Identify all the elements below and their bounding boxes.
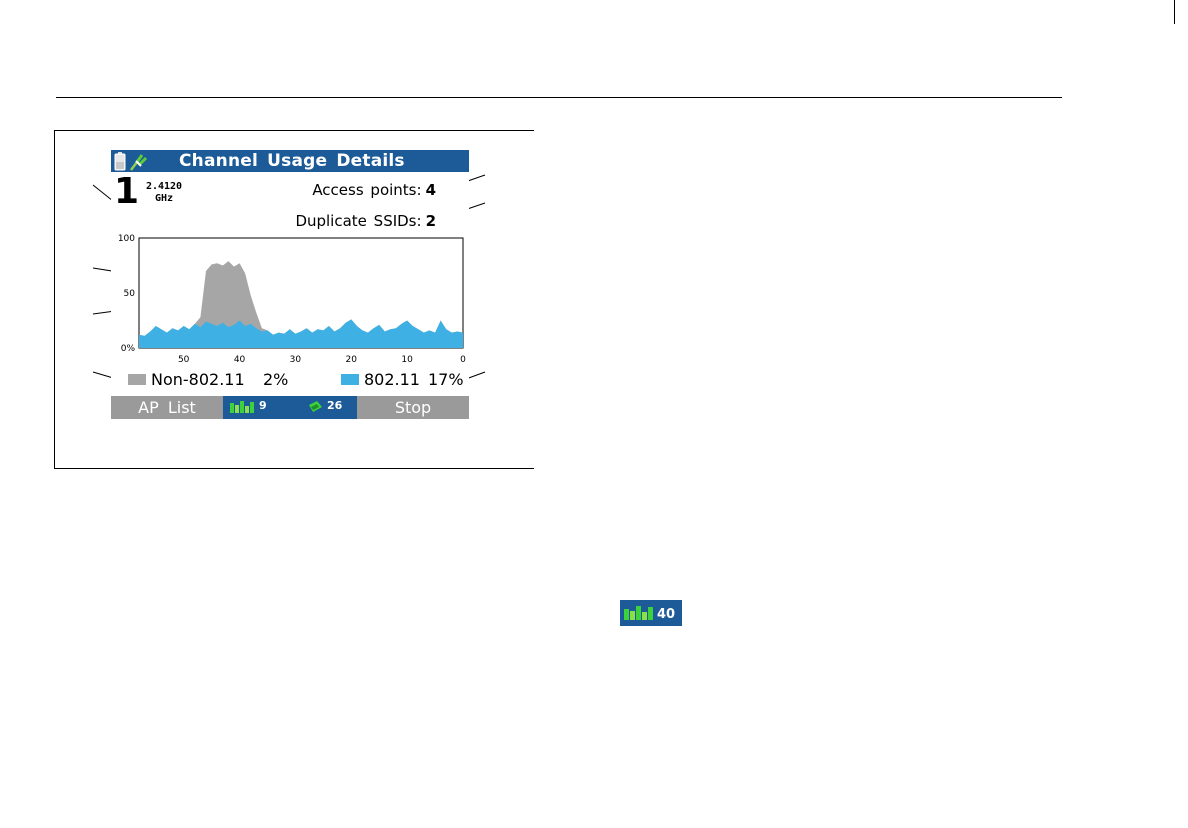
duplicate-ssids-stat: Duplicate SSIDs: 2 [295, 212, 436, 230]
access-point-signal-icon [624, 606, 653, 620]
screen-title: Channel Usage Details [179, 151, 405, 171]
page-header-rule [56, 97, 1062, 98]
legend-value-80211: 17% [428, 370, 464, 389]
access-points-value: 4 [425, 181, 436, 199]
x-tick-label-40: 40 [234, 355, 246, 365]
client-count: 26 [327, 399, 343, 412]
legend-label-80211: 802.11 [364, 370, 420, 389]
legend-swatch-80211 [341, 374, 359, 385]
access-points-label: Access points: [312, 181, 422, 199]
channel-number: 1 [114, 171, 140, 212]
x-tick-label-20: 20 [346, 355, 358, 365]
softkey-bar: AP List 9 26 Stop [111, 396, 469, 419]
x-tick-label-0: 0 [460, 355, 466, 365]
access-points-stat: Access points: 4 [312, 181, 436, 199]
status-counts[interactable]: 9 26 [223, 396, 357, 419]
ap-count-badge: 40 [620, 600, 682, 626]
y-tick-label-100: 100 [118, 234, 135, 244]
ap-count: 9 [259, 399, 267, 412]
channel-frequency: 2.4120 [145, 181, 183, 192]
legend-value-non-80211: 2% [263, 370, 289, 389]
legend-label-non-80211: Non-802.11 [151, 370, 245, 389]
channel-usage-chart: 50 40 30 20 10 0100500% [118, 234, 466, 365]
badge-ap-count: 40 [657, 607, 676, 622]
ap-list-softkey[interactable]: AP List [111, 396, 223, 419]
stop-softkey[interactable]: Stop [357, 396, 469, 419]
client-device-icon [309, 401, 322, 412]
access-point-signal-icon [230, 401, 254, 413]
title-bar: Channel Usage Details [111, 150, 469, 172]
plug-icon [130, 154, 148, 171]
x-tick-label-10: 10 [401, 355, 413, 365]
duplicate-ssids-label: Duplicate SSIDs: [295, 212, 422, 230]
device-screen: Channel Usage Details 1 2.4120 GHz Acces… [111, 150, 469, 419]
legend-swatch-non-80211 [128, 374, 146, 385]
battery-icon [114, 152, 126, 171]
frequency-unit: GHz [154, 193, 174, 204]
page-corner-rule [1174, 0, 1175, 24]
x-tick-label-50: 50 [178, 355, 190, 365]
y-tick-label-0: 0% [121, 344, 136, 354]
duplicate-ssids-value: 2 [425, 212, 436, 230]
x-tick-label-30: 30 [290, 355, 302, 365]
y-tick-label-50: 50 [124, 289, 136, 299]
legend: Non-802.11 2% 802.11 17% [111, 369, 469, 391]
